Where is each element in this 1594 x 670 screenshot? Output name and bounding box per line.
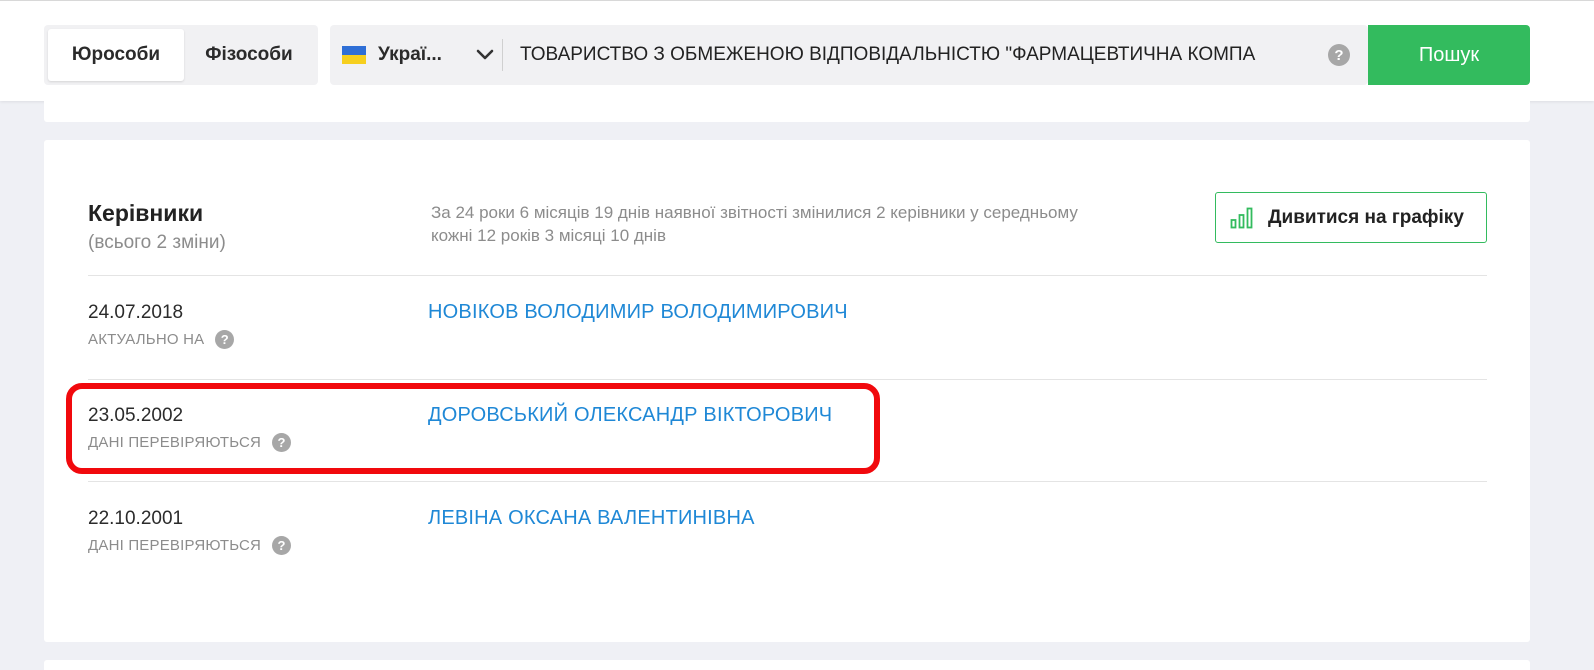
next-card bbox=[44, 660, 1530, 670]
director-status: АКТУАЛЬНО НА ? bbox=[88, 330, 235, 349]
search-box: Украї... ТОВАРИСТВО З ОБМЕЖЕНОЮ ВІДПОВІД… bbox=[330, 25, 1368, 85]
row-divider bbox=[88, 481, 1487, 482]
director-status-label: АКТУАЛЬНО НА bbox=[88, 331, 205, 348]
search-divider bbox=[502, 39, 503, 71]
section-subtitle: (всього 2 зміни) bbox=[88, 232, 226, 253]
previous-card bbox=[44, 101, 1530, 122]
section-title: Керівники bbox=[88, 200, 204, 226]
row-divider bbox=[88, 275, 1487, 276]
director-status: ДАНІ ПЕРЕВІРЯЮТЬСЯ ? bbox=[88, 536, 292, 555]
directors-card: Керівники (всього 2 зміни) За 24 роки 6 … bbox=[44, 140, 1530, 642]
director-name-link[interactable]: ЛЕВІНА ОКСАНА ВАЛЕНТИНІВНА bbox=[428, 507, 755, 530]
question-circle-icon[interactable]: ? bbox=[272, 536, 292, 555]
search-input[interactable]: ТОВАРИСТВО З ОБМЕЖЕНОЮ ВІДПОВІДАЛЬНІСТЮ … bbox=[520, 25, 1308, 85]
search-header: Юрособи Фізособи Украї... ТОВАРИСТВО З О… bbox=[0, 0, 1594, 101]
chevron-down-icon[interactable] bbox=[476, 47, 494, 63]
question-circle-icon[interactable]: ? bbox=[215, 330, 235, 349]
highlight-annotation bbox=[66, 383, 880, 474]
country-select[interactable]: Украї... bbox=[342, 25, 500, 85]
search-button[interactable]: Пошук bbox=[1368, 25, 1530, 85]
director-status-label: ДАНІ ПЕРЕВІРЯЮТЬСЯ bbox=[88, 537, 262, 554]
tab-legal-entities[interactable]: Юрособи bbox=[48, 29, 184, 81]
view-chart-button[interactable]: Дивитися на графіку bbox=[1215, 192, 1487, 243]
view-chart-label: Дивитися на графіку bbox=[1268, 206, 1464, 228]
tab-individuals[interactable]: Фізособи bbox=[184, 29, 314, 81]
section-description: За 24 роки 6 місяців 19 днів наявної зві… bbox=[431, 203, 1078, 245]
director-date: 24.07.2018 bbox=[88, 302, 184, 323]
country-select-label: Украї... bbox=[378, 44, 442, 65]
director-date: 22.10.2001 bbox=[88, 508, 184, 529]
director-name-link[interactable]: НОВІКОВ ВОЛОДИМИР ВОЛОДИМИРОВИЧ bbox=[428, 301, 848, 324]
entity-type-toggle: Юрособи Фізособи bbox=[44, 25, 318, 85]
ukraine-flag-icon bbox=[342, 46, 366, 64]
bar-chart-icon bbox=[1230, 207, 1253, 228]
row-divider bbox=[88, 379, 1487, 380]
question-circle-icon[interactable]: ? bbox=[1328, 44, 1350, 66]
